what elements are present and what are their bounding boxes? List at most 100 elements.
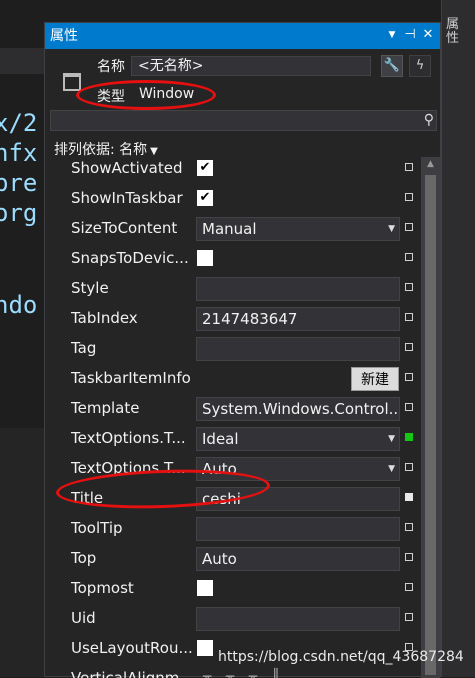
property-grid: ShowActivated ✔ ShowInTaskbar ✔ SizeToConten… xyxy=(45,157,421,678)
property-checkbox[interactable]: ✔ xyxy=(197,160,213,176)
property-marker-icon[interactable] xyxy=(405,403,413,411)
property-row: Tag xyxy=(45,333,421,363)
side-tool-strip xyxy=(441,0,475,677)
wrench-icon[interactable]: 🔧 xyxy=(381,55,403,77)
property-row: Top Auto xyxy=(45,543,421,573)
property-dropdown[interactable]: Manual ▼ xyxy=(196,217,400,241)
property-name: ShowInTaskbar xyxy=(71,189,183,207)
property-name: Template xyxy=(71,399,140,417)
property-marker-icon[interactable] xyxy=(405,313,413,321)
window-object-icon xyxy=(63,73,81,91)
chevron-down-icon: ▼ xyxy=(150,146,158,157)
scroll-up-icon[interactable]: ▲ xyxy=(421,157,440,171)
property-marker-icon[interactable] xyxy=(405,523,413,531)
property-marker-icon[interactable] xyxy=(405,583,413,591)
property-name: SizeToContent xyxy=(71,219,178,237)
property-name: VerticalAlignm... xyxy=(71,669,193,678)
properties-side-tab[interactable]: 属性 xyxy=(446,18,466,46)
panel-titlebar: 属性 ▼ ⊣ ✕ xyxy=(45,23,440,49)
property-value: System.Windows.Control... xyxy=(202,400,400,418)
property-row: SnapsToDevic... xyxy=(45,243,421,273)
property-name: ToolTip xyxy=(71,519,123,537)
pin-icon[interactable]: ⊣ xyxy=(401,26,419,44)
property-name: TextOptions.T... xyxy=(71,429,186,447)
property-value-field[interactable]: 2147483647 xyxy=(196,307,400,331)
property-marker-icon[interactable] xyxy=(405,343,413,351)
editor-bottom-area xyxy=(0,428,44,677)
property-name: TaskbarItemInfo xyxy=(71,369,191,387)
property-name: Topmost xyxy=(71,579,134,597)
chevron-down-icon: ▼ xyxy=(388,464,395,474)
code-line: nfx xyxy=(0,139,38,167)
close-icon[interactable]: ✕ xyxy=(419,26,437,44)
property-checkbox[interactable] xyxy=(197,580,213,596)
annotation-oval-type xyxy=(76,80,216,110)
properties-panel: 属性 ▼ ⊣ ✕ 名称 <无名称> 类型 Window 🔧 ϟ ⚲ 排列依据: … xyxy=(44,22,441,678)
property-marker-icon[interactable] xyxy=(405,433,413,441)
property-marker-icon[interactable] xyxy=(405,163,413,171)
property-marker-icon[interactable] xyxy=(405,373,413,381)
property-row: TaskbarItemInfo 新建 xyxy=(45,363,421,393)
scrollbar[interactable]: ▲ xyxy=(421,157,440,678)
property-row: ShowInTaskbar ✔ xyxy=(45,183,421,213)
property-value: 2147483647 xyxy=(202,310,298,328)
code-line: org xyxy=(0,199,38,227)
sort-label: 排列依据: 名称 xyxy=(54,142,148,158)
property-checkbox[interactable] xyxy=(197,640,213,656)
property-marker-icon[interactable] xyxy=(405,613,413,621)
property-marker-icon[interactable] xyxy=(405,193,413,201)
property-value-field[interactable] xyxy=(196,337,400,361)
property-row: Template System.Windows.Control... xyxy=(45,393,421,423)
property-row: ShowActivated ✔ xyxy=(45,157,421,183)
property-value: Auto xyxy=(202,550,237,568)
property-value-field[interactable] xyxy=(196,607,400,631)
code-line: x/2 xyxy=(0,109,38,137)
property-row: ToolTip xyxy=(45,513,421,543)
property-name: Tag xyxy=(71,339,97,357)
property-marker-icon[interactable] xyxy=(405,493,413,501)
property-search-input[interactable]: ⚲ xyxy=(50,110,437,131)
code-line: pre xyxy=(0,169,38,197)
property-row: Style xyxy=(45,273,421,303)
property-name: SnapsToDevic... xyxy=(71,249,189,267)
property-checkbox[interactable] xyxy=(197,250,213,266)
property-value-field[interactable] xyxy=(196,277,400,301)
property-row: VerticalAlignm... ╥ ╥ ╥ ║ xyxy=(45,663,421,678)
property-name: Uid xyxy=(71,609,96,627)
property-value-field[interactable]: Auto xyxy=(196,547,400,571)
property-marker-icon[interactable] xyxy=(405,253,413,261)
property-name: Style xyxy=(71,279,109,297)
property-row: TextOptions.T... Ideal ▼ xyxy=(45,423,421,453)
code-gap xyxy=(0,228,44,290)
property-value-field[interactable]: System.Windows.Control... xyxy=(196,397,400,421)
name-label: 名称 xyxy=(97,59,125,75)
name-field[interactable]: <无名称> xyxy=(131,56,371,76)
property-value: Manual xyxy=(202,220,257,238)
search-icon[interactable]: ⚲ xyxy=(424,111,434,130)
code-line: ndo xyxy=(0,291,38,319)
property-name: UseLayoutRou... xyxy=(71,639,193,657)
property-checkbox[interactable]: ✔ xyxy=(197,190,213,206)
property-row: Uid xyxy=(45,603,421,633)
property-row: SizeToContent Manual ▼ xyxy=(45,213,421,243)
chevron-down-icon: ▼ xyxy=(388,224,395,234)
property-name: TabIndex xyxy=(71,309,138,327)
property-marker-icon[interactable] xyxy=(405,553,413,561)
property-name: ShowActivated xyxy=(71,159,183,177)
scrollbar-thumb[interactable] xyxy=(425,175,436,675)
sort-by-dropdown[interactable]: 排列依据: 名称 ▼ xyxy=(54,139,158,159)
code-lines: x/2 nfx pre org ndo xyxy=(0,108,44,320)
property-marker-icon[interactable] xyxy=(405,463,413,471)
panel-title: 属性 xyxy=(50,28,78,44)
property-dropdown[interactable]: Ideal ▼ xyxy=(196,427,400,451)
chevron-down-icon: ▼ xyxy=(388,434,395,444)
property-row: Topmost xyxy=(45,573,421,603)
property-value-field[interactable] xyxy=(196,517,400,541)
events-icon[interactable]: ϟ xyxy=(409,55,431,77)
property-marker-icon[interactable] xyxy=(405,223,413,231)
property-name: Top xyxy=(71,549,97,567)
dropdown-icon[interactable]: ▼ xyxy=(383,26,401,44)
new-button[interactable]: 新建 xyxy=(351,367,399,391)
property-marker-icon[interactable] xyxy=(405,283,413,291)
property-value: Ideal xyxy=(202,430,239,448)
